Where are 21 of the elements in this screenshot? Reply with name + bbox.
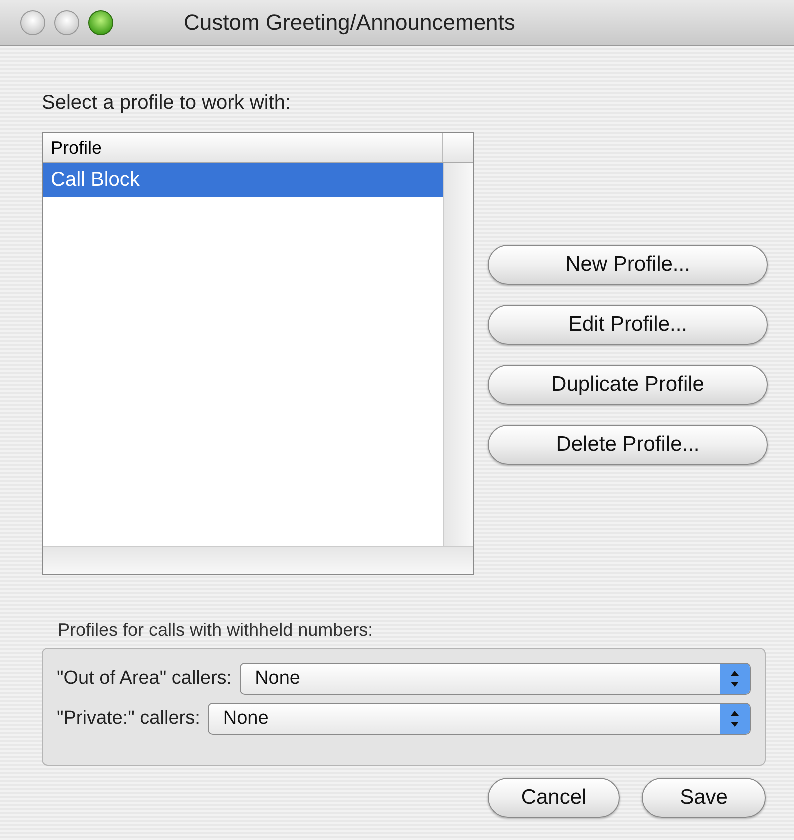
table-row[interactable]: Call Block bbox=[43, 163, 443, 197]
dialog-button[interactable]: Save bbox=[642, 778, 766, 818]
select-label: "Out of Area" callers: bbox=[57, 666, 232, 691]
group-label: Profiles for calls with withheld numbers: bbox=[58, 619, 374, 642]
stepper-icon bbox=[720, 704, 750, 734]
stepper-icon bbox=[720, 664, 750, 694]
zoom-icon[interactable] bbox=[88, 10, 114, 36]
horizontal-scrollbar[interactable] bbox=[43, 546, 473, 574]
profile-select[interactable]: None bbox=[240, 663, 751, 695]
window-title: Custom Greeting/Announcements bbox=[184, 9, 516, 37]
profile-button[interactable]: New Profile... bbox=[488, 245, 768, 285]
profile-button[interactable]: Edit Profile... bbox=[488, 305, 768, 345]
close-icon[interactable] bbox=[20, 10, 46, 36]
dialog-button[interactable]: Cancel bbox=[488, 778, 620, 818]
select-label: "Private:" callers: bbox=[57, 706, 200, 731]
profile-button[interactable]: Duplicate Profile bbox=[488, 365, 768, 405]
profile-select[interactable]: None bbox=[208, 703, 751, 735]
prompt-label: Select a profile to work with: bbox=[42, 91, 292, 116]
profile-button[interactable]: Delete Profile... bbox=[488, 425, 768, 465]
vertical-scrollbar[interactable] bbox=[443, 163, 473, 546]
minimize-icon[interactable] bbox=[54, 10, 80, 36]
